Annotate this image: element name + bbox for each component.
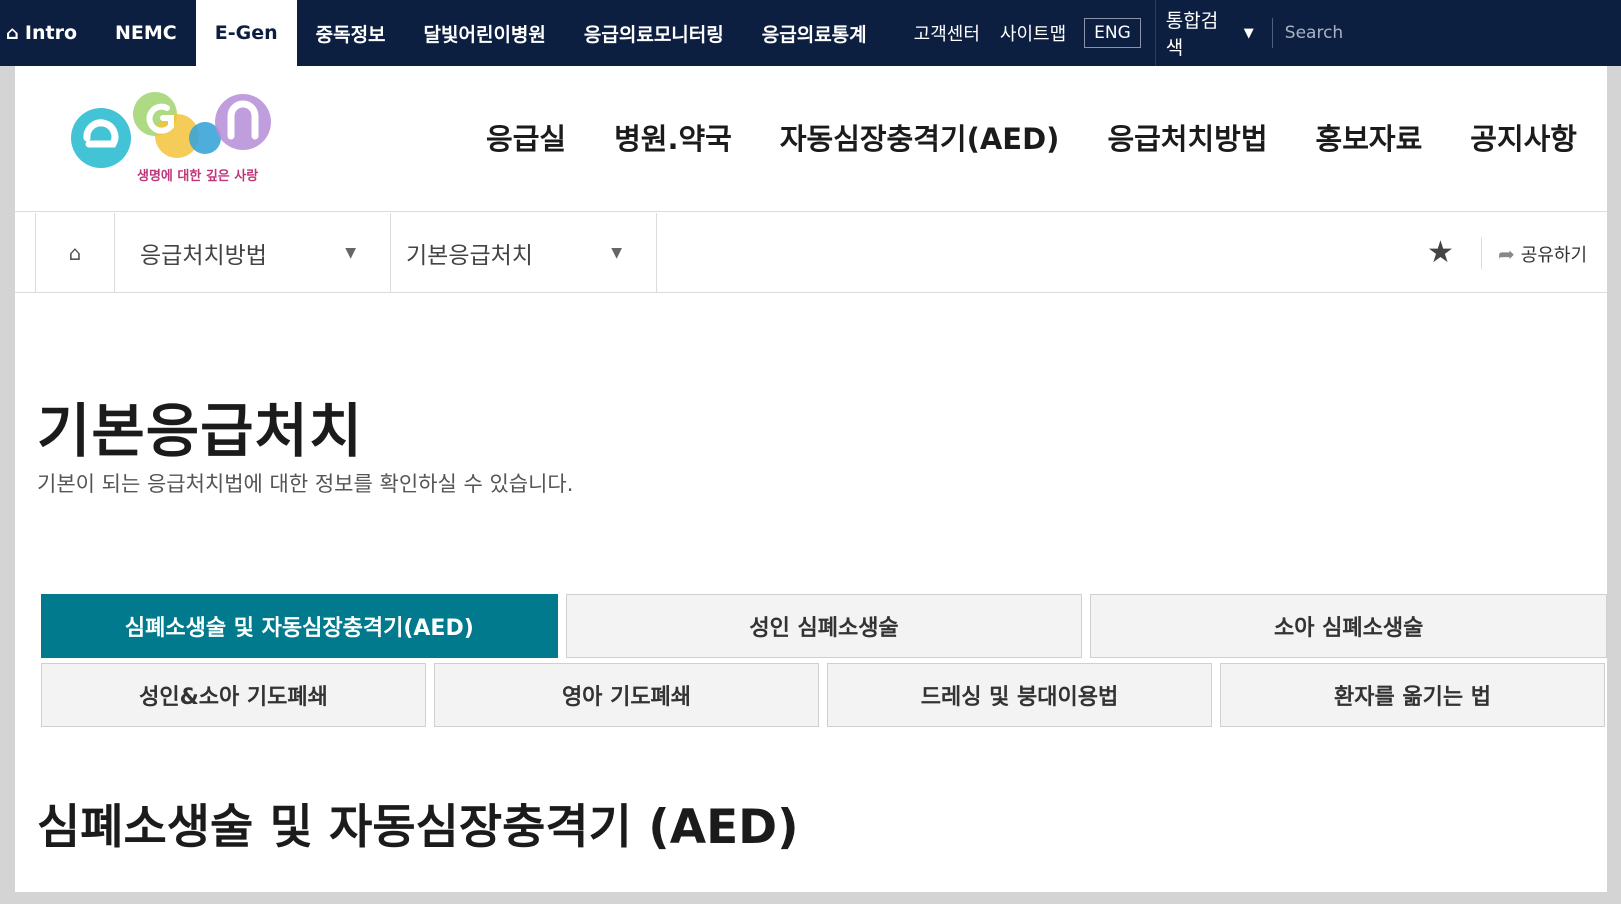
share-arrow-icon: ➦ [1498,242,1515,266]
nav-item-aed[interactable]: 자동심장충격기(AED) [780,116,1060,158]
window-border-bottom [0,892,1621,904]
tab-infant-choking[interactable]: 영아 기도폐쇄 [434,663,819,727]
topbar-link-nemc[interactable]: NEMC [96,0,196,66]
site-header: 생명에 대한 깊은 사랑 응급실 병원.약국 자동심장충격기(AED) 응급처치… [15,66,1607,212]
tab-child-cpr[interactable]: 소아 심폐소생술 [1090,594,1608,658]
main-panel: 생명에 대한 깊은 사랑 응급실 병원.약국 자동심장충격기(AED) 응급처치… [15,66,1608,892]
window-border-right [1607,66,1621,892]
share-label: 공유하기 [1520,245,1588,266]
topbar-link-poison-info[interactable]: 중독정보 [297,0,405,66]
breadcrumb-home-button[interactable]: ⌂ [35,213,115,293]
search-scope-label: 통합검색 [1165,10,1219,59]
search-area: 통합검색 ▼ [1154,0,1485,66]
share-button[interactable]: ➦ 공유하기 [1498,241,1587,267]
nav-item-notice[interactable]: 공지사항 [1470,116,1577,158]
home-icon: ⌂ [68,241,82,265]
logo-tagline: 생명에 대한 깊은 사랑 [137,168,258,184]
topbar-link-statistics[interactable]: 응급의료통계 [743,0,886,66]
tab-adult-cpr[interactable]: 성인 심폐소생술 [565,594,1083,658]
nav-item-first-aid[interactable]: 응급처치방법 [1107,116,1267,158]
home-icon: ⌂ [6,22,19,44]
egen-logo[interactable]: 생명에 대한 깊은 사랑 [65,92,285,192]
caret-down-icon: ▼ [1243,25,1254,41]
sitemap-link[interactable]: 사이트맵 [990,0,1076,66]
caret-down-icon: ▼ [611,245,622,261]
tab-adult-child-choking[interactable]: 성인&소아 기도폐쇄 [41,663,426,727]
nav-item-hospital-pharmacy[interactable]: 병원.약국 [614,116,732,158]
egen-logo-icon: 생명에 대한 깊은 사랑 [71,92,271,184]
tab-moving-patient[interactable]: 환자를 옮기는 법 [1220,663,1605,727]
topbar-link-egen[interactable]: E-Gen [195,0,297,66]
nav-item-promotion[interactable]: 홍보자료 [1316,116,1423,158]
tab-cpr-aed[interactable]: 심폐소생술 및 자동심장충격기(AED) [41,594,558,658]
tab-row-1: 심폐소생술 및 자동심장충격기(AED) 성인 심폐소생술 소아 심폐소생술 [41,594,1608,658]
search-scope-dropdown[interactable]: 통합검색 ▼ [1166,6,1254,60]
page-title: 기본응급처치 [37,397,364,465]
tab-dressing-bandage[interactable]: 드레싱 및 붕대이용법 [827,663,1212,727]
breadcrumb-level2-label: 기본응급처치 [406,243,533,269]
topbar-link-moonlight-hospital[interactable]: 달빛어린이병원 [405,0,565,66]
search-divider [1271,18,1273,48]
breadcrumb-level2-dropdown[interactable]: 기본응급처치 ▼ [381,213,657,293]
customer-center-link[interactable]: 고객센터 [904,0,990,66]
main-navigation: 응급실 병원.약국 자동심장충격기(AED) 응급처치방법 홍보자료 공지사항 [438,116,1577,158]
page-description: 기본이 되는 응급처치법에 대한 정보를 확인하실 수 있습니다. [37,472,574,496]
breadcrumb-level1-label: 응급처치방법 [140,243,267,269]
intro-link[interactable]: ⌂ Intro [0,0,96,66]
topbar-link-monitoring[interactable]: 응급의료모니터링 [565,0,743,66]
caret-down-icon: ▼ [345,245,356,261]
favorite-star-icon[interactable]: ★ [1427,235,1454,270]
top-navigation-bar: ⌂ Intro NEMC E-Gen 중독정보 달빛어린이병원 응급의료모니터링… [0,0,1621,66]
section-title: 심폐소생술 및 자동심장충격기 (AED) [37,800,799,855]
search-input[interactable] [1284,23,1485,43]
intro-label: Intro [24,22,77,44]
nav-item-emergency-room[interactable]: 응급실 [486,116,566,158]
english-button[interactable]: ENG [1084,18,1141,48]
tab-row-2: 성인&소아 기도폐쇄 영아 기도폐쇄 드레싱 및 붕대이용법 환자를 옮기는 법 [41,663,1607,727]
breadcrumb-level1-dropdown[interactable]: 응급처치방법 ▼ [115,213,391,293]
breadcrumb-divider [1481,237,1482,269]
breadcrumb: ⌂ 응급처치방법 ▼ 기본응급처치 ▼ ★ ➦ 공유하기 [15,213,1607,293]
